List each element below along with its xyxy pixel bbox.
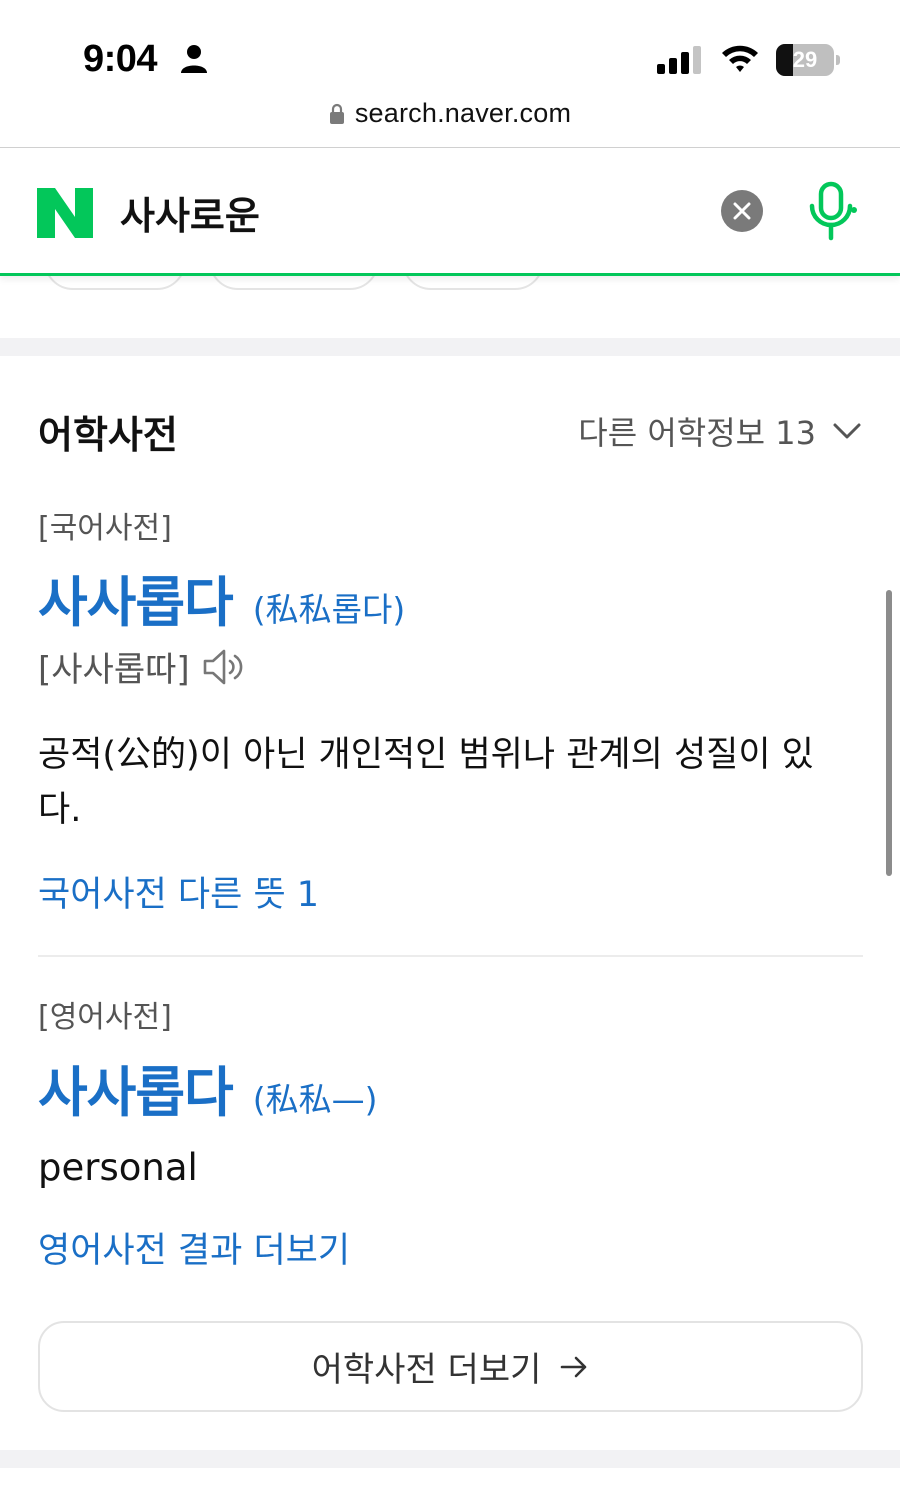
more-dictionary-button[interactable]: 어학사전 더보기: [38, 1321, 863, 1412]
chevron-down-icon: [833, 423, 861, 439]
pronunciation-row: [사사롭따]: [38, 642, 246, 691]
person-icon: [181, 45, 207, 73]
more-language-info-button[interactable]: 다른 어학정보 13: [578, 408, 862, 454]
korean-hanja: (私私롭다): [252, 590, 406, 629]
battery-level: 29: [792, 47, 818, 72]
status-bar: 9:04 29: [0, 0, 900, 92]
english-translation[interactable]: personal: [38, 1146, 198, 1189]
korean-dictionary-tag: [국어사전]: [38, 511, 172, 546]
arrow-right-icon: [561, 1356, 587, 1377]
battery-indicator: 29: [776, 44, 840, 76]
clear-search-button[interactable]: [721, 190, 763, 232]
status-time: 9:04: [83, 38, 158, 80]
microphone-icon[interactable]: [804, 180, 858, 244]
section-title: 어학사전: [38, 413, 178, 457]
url-text: search.naver.com: [354, 98, 572, 128]
korean-headword[interactable]: 사사롭다: [38, 558, 234, 637]
korean-headword-row[interactable]: 사사롭다 (私私롭다): [38, 558, 405, 637]
wifi-icon: [722, 45, 758, 72]
english-dictionary-tag: [영어사전]: [38, 1000, 172, 1035]
cellular-signal-icon: [657, 46, 701, 74]
english-more-results-link[interactable]: 영어사전 결과 더보기: [38, 1222, 350, 1273]
close-icon: [733, 202, 751, 220]
speaker-icon[interactable]: [202, 647, 246, 687]
naver-logo[interactable]: [37, 188, 93, 238]
english-headword-row[interactable]: 사사롭다 (私私—): [38, 1048, 377, 1127]
section-separator-bottom: [0, 1450, 900, 1468]
more-info-label: 다른 어학정보 13: [578, 414, 816, 452]
korean-definition: 공적(公的)이 아닌 개인적인 범위나 관계의 성질이 있다.: [38, 735, 814, 830]
entry-divider: [38, 955, 863, 957]
url-bar[interactable]: search.naver.com: [0, 92, 900, 148]
korean-other-meanings-link[interactable]: 국어사전 다른 뜻 1: [38, 866, 319, 917]
english-hanja: (私私—): [252, 1080, 378, 1119]
search-input[interactable]: [120, 186, 680, 238]
scrollbar[interactable]: [886, 590, 892, 876]
lock-icon: [329, 103, 344, 124]
more-dictionary-label: 어학사전 더보기: [311, 1350, 542, 1390]
pronunciation: [사사롭따]: [38, 650, 190, 690]
english-headword[interactable]: 사사롭다: [38, 1048, 234, 1127]
search-header: [0, 148, 900, 276]
section-separator: [0, 338, 900, 356]
